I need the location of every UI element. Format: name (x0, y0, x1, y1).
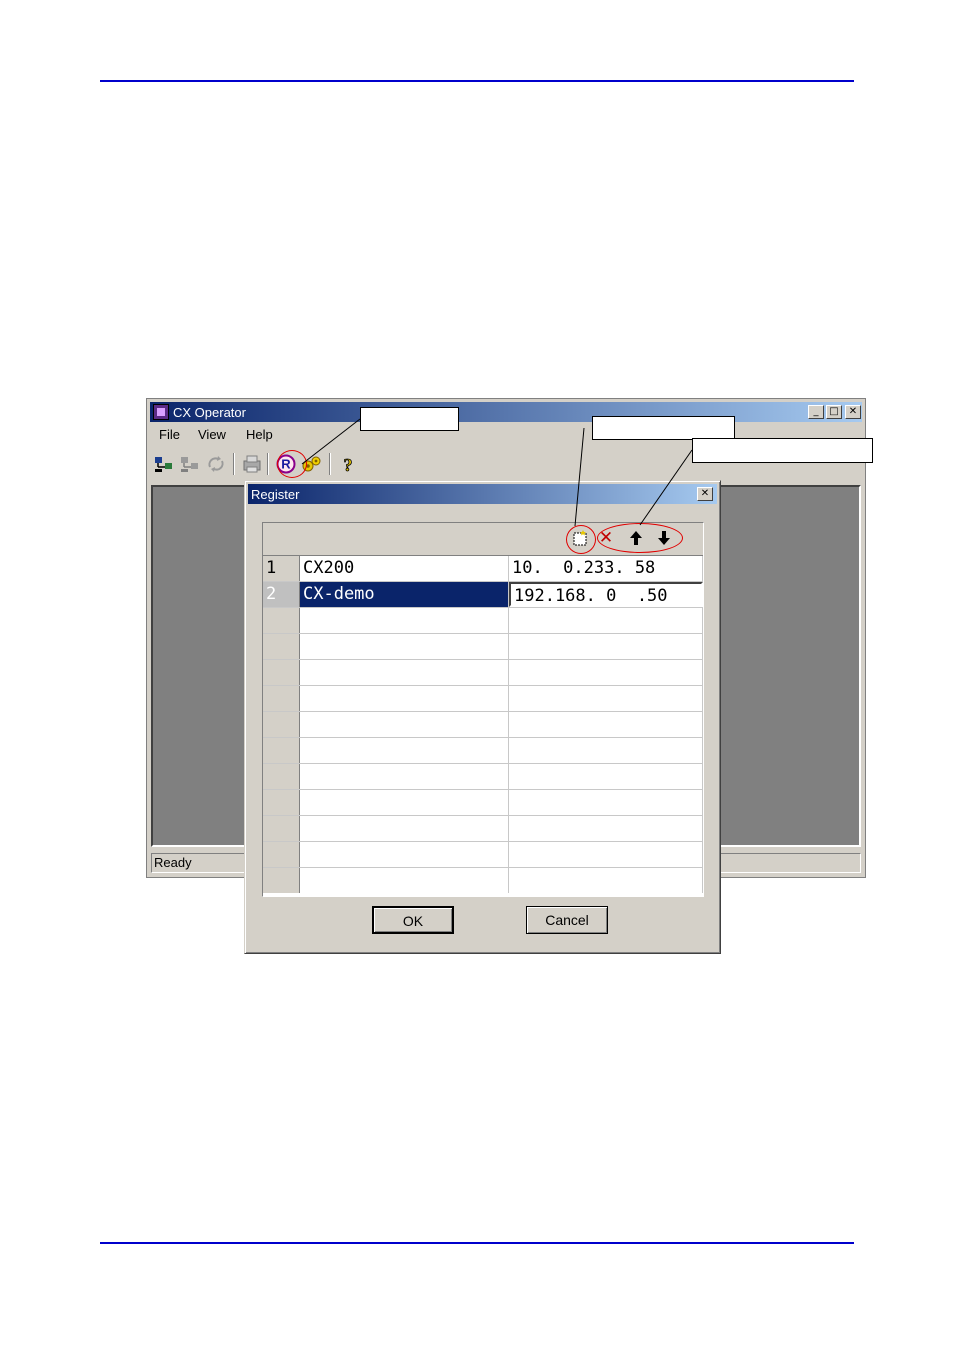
name-cell[interactable] (300, 608, 509, 633)
table-row[interactable] (263, 660, 703, 686)
table-row[interactable] (263, 790, 703, 816)
register-grid: 1 CX200 10. 0.233. 58 2 CX-demo 192.168.… (263, 555, 703, 897)
name-cell[interactable] (300, 660, 509, 685)
callout-box-add (592, 416, 735, 440)
maximize-button[interactable]: □ (826, 405, 842, 419)
name-cell[interactable]: CX200 (300, 556, 509, 581)
dialog-title: Register (251, 487, 300, 502)
ip-cell[interactable] (509, 634, 703, 659)
row-number (263, 660, 300, 685)
row-number: 2 (263, 582, 300, 607)
row-number (263, 608, 300, 633)
name-cell[interactable] (300, 868, 509, 893)
minimize-button[interactable]: _ (808, 405, 824, 419)
ip-cell[interactable] (509, 660, 703, 685)
table-row[interactable] (263, 634, 703, 660)
header-rule (100, 80, 854, 82)
name-cell[interactable] (300, 790, 509, 815)
refresh-icon[interactable] (205, 453, 227, 475)
window-title: CX Operator (173, 405, 246, 420)
dialog-close-button[interactable]: ✕ (697, 487, 713, 501)
app-icon (153, 404, 169, 420)
row-number (263, 634, 300, 659)
ip-cell[interactable] (509, 764, 703, 789)
row-number (263, 738, 300, 763)
name-cell[interactable] (300, 764, 509, 789)
table-row[interactable] (263, 816, 703, 842)
menu-view[interactable]: View (198, 427, 226, 442)
register-grid-frame: ✕ 1 CX200 10. 0.233. 58 2 CX-demo 192.16… (262, 522, 704, 897)
name-cell[interactable] (300, 686, 509, 711)
ip-cell[interactable] (509, 868, 703, 893)
toolbar-separator (233, 453, 235, 475)
name-cell[interactable]: CX-demo (300, 582, 509, 607)
print-icon[interactable] (241, 453, 263, 475)
ok-button[interactable]: OK (372, 906, 454, 934)
table-row[interactable] (263, 608, 703, 634)
connect-icon[interactable] (153, 453, 175, 475)
name-cell[interactable] (300, 634, 509, 659)
row-number (263, 712, 300, 737)
ip-cell[interactable] (509, 712, 703, 737)
callout-box-move (692, 438, 873, 463)
name-cell[interactable] (300, 842, 509, 867)
name-cell[interactable] (300, 738, 509, 763)
row-number (263, 868, 300, 893)
row-number (263, 790, 300, 815)
highlight-ring-register (277, 450, 307, 478)
window-title-bar[interactable]: CX Operator _ □ ✕ (150, 402, 862, 422)
callout-box-register (360, 407, 459, 431)
toolbar-separator (329, 453, 331, 475)
table-row[interactable] (263, 868, 703, 894)
row-number (263, 764, 300, 789)
table-row[interactable] (263, 738, 703, 764)
menu-help[interactable]: Help (246, 427, 273, 442)
ip-address-field[interactable]: 192.168. 0 .50 (509, 582, 703, 607)
ip-cell[interactable] (509, 816, 703, 841)
table-row[interactable] (263, 712, 703, 738)
ip-cell[interactable] (509, 686, 703, 711)
cancel-button[interactable]: Cancel (526, 906, 608, 934)
table-row[interactable] (263, 764, 703, 790)
footer-rule (100, 1242, 854, 1244)
disconnect-icon[interactable] (179, 453, 201, 475)
ip-cell[interactable] (509, 790, 703, 815)
table-row[interactable] (263, 842, 703, 868)
ip-cell[interactable] (509, 842, 703, 867)
name-cell[interactable] (300, 816, 509, 841)
ip-cell[interactable] (509, 608, 703, 633)
menu-file[interactable]: File (159, 427, 180, 442)
row-number (263, 842, 300, 867)
row-number (263, 816, 300, 841)
row-number (263, 686, 300, 711)
table-row[interactable]: 1 CX200 10. 0.233. 58 (263, 556, 703, 582)
help-icon[interactable]: ? (337, 453, 359, 475)
table-row[interactable] (263, 686, 703, 712)
help-glyph: ? (344, 455, 353, 474)
highlight-ring-add (566, 525, 596, 554)
ip-cell[interactable] (509, 738, 703, 763)
close-button[interactable]: ✕ (845, 405, 861, 419)
name-cell[interactable] (300, 712, 509, 737)
row-number: 1 (263, 556, 300, 581)
table-row[interactable]: 2 CX-demo 192.168. 0 .50 (263, 582, 703, 608)
dialog-title-bar[interactable]: Register ✕ (248, 484, 717, 504)
ip-cell[interactable]: 10. 0.233. 58 (509, 556, 703, 581)
highlight-ring-tools (597, 523, 683, 553)
toolbar-separator (267, 453, 269, 475)
